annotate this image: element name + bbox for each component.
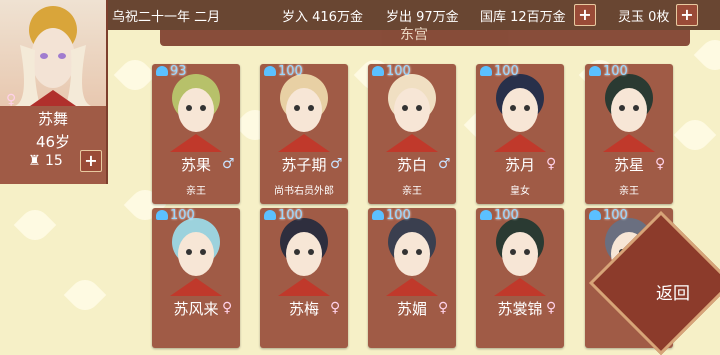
affinity-score: 100 (480, 208, 519, 223)
child-card[interactable]: 100 苏梅 ♀ (260, 208, 348, 348)
child-card[interactable]: 100 苏媚 ♀ (368, 208, 456, 348)
child-title: 亲王 (186, 186, 206, 197)
affinity-score: 100 (480, 64, 519, 79)
affinity-score: 100 (372, 64, 411, 79)
section-tab[interactable]: 东宫 (160, 27, 690, 46)
child-card[interactable]: 100 苏子期 尚书右员外郎 ♂ (260, 64, 348, 204)
add-jade-button[interactable]: + (676, 4, 698, 26)
section-tab-label: 东宫 (400, 27, 428, 43)
child-title: 尚书右员外郎 (274, 186, 334, 197)
treasury-label: 国库 12百万金 (480, 10, 566, 25)
affinity-icon (480, 210, 492, 220)
child-card[interactable]: 93 苏果 亲王 ♂ (152, 64, 240, 204)
child-card[interactable]: 100 苏白 亲王 ♂ (368, 64, 456, 204)
affinity-icon (372, 66, 384, 76)
child-title: 皇女 (510, 186, 530, 197)
child-title: 亲王 (402, 186, 422, 197)
affinity-icon (589, 66, 601, 76)
affinity-score: 93 (156, 64, 187, 79)
affinity-icon (264, 210, 276, 220)
affinity-icon (480, 66, 492, 76)
gender-icon: ♂ (330, 156, 343, 172)
player-points: ♜ 15 (28, 153, 63, 169)
jade-label: 灵玉 0枚 (618, 10, 670, 25)
gender-icon: ♀ (546, 300, 557, 316)
affinity-score: 100 (264, 208, 303, 223)
player-name: 苏舞 (37, 110, 68, 128)
affinity-icon (372, 210, 384, 220)
date-label: 乌祝二十一年 二月 (112, 10, 221, 25)
female-icon: ♀ (6, 92, 17, 108)
expense-label: 岁出 97万金 (386, 10, 459, 25)
figure-icon: ♜ (28, 153, 41, 169)
child-card[interactable]: 100 苏星 亲王 ♀ (585, 64, 673, 204)
gender-icon: ♀ (330, 300, 341, 316)
player-age: 46岁 (35, 133, 71, 151)
player-portrait (0, 0, 106, 106)
child-card[interactable]: 100 苏风来 ♀ (152, 208, 240, 348)
add-treasury-button[interactable]: + (574, 4, 596, 26)
add-points-button[interactable]: + (80, 150, 102, 172)
child-card[interactable]: 100 苏月 皇女 ♀ (476, 64, 564, 204)
affinity-icon (589, 210, 601, 220)
affinity-score: 100 (589, 64, 628, 79)
gender-icon: ♀ (438, 300, 449, 316)
affinity-icon (264, 66, 276, 76)
gender-icon: ♂ (438, 156, 451, 172)
gender-icon: ♀ (222, 300, 233, 316)
child-title: 亲王 (619, 186, 639, 197)
back-button[interactable]: 返回 (656, 279, 690, 304)
affinity-icon (156, 210, 168, 220)
affinity-score: 100 (264, 64, 303, 79)
affinity-score: 100 (156, 208, 195, 223)
affinity-icon (156, 66, 168, 76)
player-panel[interactable]: ♀ 苏舞 46岁 ♜ 15 + (0, 0, 108, 184)
child-card[interactable]: 100 苏裳锦 ♀ (476, 208, 564, 348)
gender-icon: ♀ (655, 156, 666, 172)
income-label: 岁入 416万金 (282, 10, 363, 25)
affinity-score: 100 (589, 208, 628, 223)
gender-icon: ♀ (546, 156, 557, 172)
gender-icon: ♂ (222, 156, 235, 172)
affinity-score: 100 (372, 208, 411, 223)
